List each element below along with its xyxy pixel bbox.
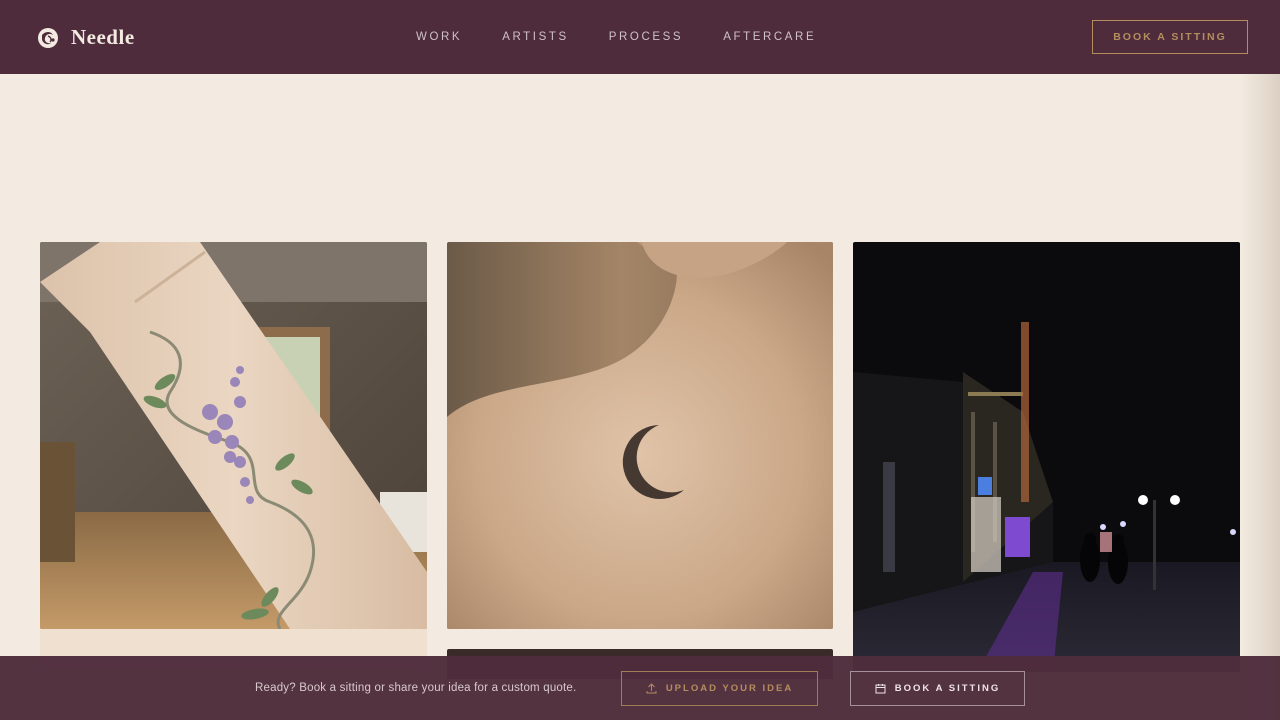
nav-artists[interactable]: ARTISTS <box>502 31 569 43</box>
upload-idea-button[interactable]: UPLOAD YOUR IDEA <box>621 671 818 706</box>
edge-shade <box>1240 74 1280 720</box>
top-nav: Needle WORK ARTISTS PROCESS AFTERCARE BO… <box>0 0 1280 74</box>
cta-book-sitting-label: BOOK A SITTING <box>894 683 1001 694</box>
brand[interactable]: Needle <box>37 25 135 50</box>
brand-name: Needle <box>71 25 135 49</box>
calendar-icon <box>875 684 886 694</box>
gallery-tile-street[interactable] <box>853 242 1240 672</box>
gallery-tile-crescent[interactable] <box>447 242 833 629</box>
needle-logo-icon <box>38 27 58 48</box>
upload-idea-label: UPLOAD YOUR IDEA <box>665 683 794 694</box>
cta-text: Ready? Book a sitting or share your idea… <box>255 682 577 694</box>
nav-aftercare[interactable]: AFTERCARE <box>723 31 816 43</box>
nav-work[interactable]: WORK <box>416 31 462 43</box>
nav-process[interactable]: PROCESS <box>609 31 683 43</box>
upload-icon <box>646 683 657 694</box>
night-street-image <box>853 242 1240 672</box>
book-sitting-button[interactable]: BOOK A SITTING <box>1092 20 1248 54</box>
main-nav: WORK ARTISTS PROCESS AFTERCARE <box>416 31 816 43</box>
gallery-tile-wisteria[interactable] <box>40 242 427 629</box>
crescent-moon-shoulder-image <box>447 242 833 629</box>
wisteria-forearm-image <box>40 242 427 629</box>
cta-book-sitting-button[interactable]: BOOK A SITTING <box>850 671 1025 706</box>
